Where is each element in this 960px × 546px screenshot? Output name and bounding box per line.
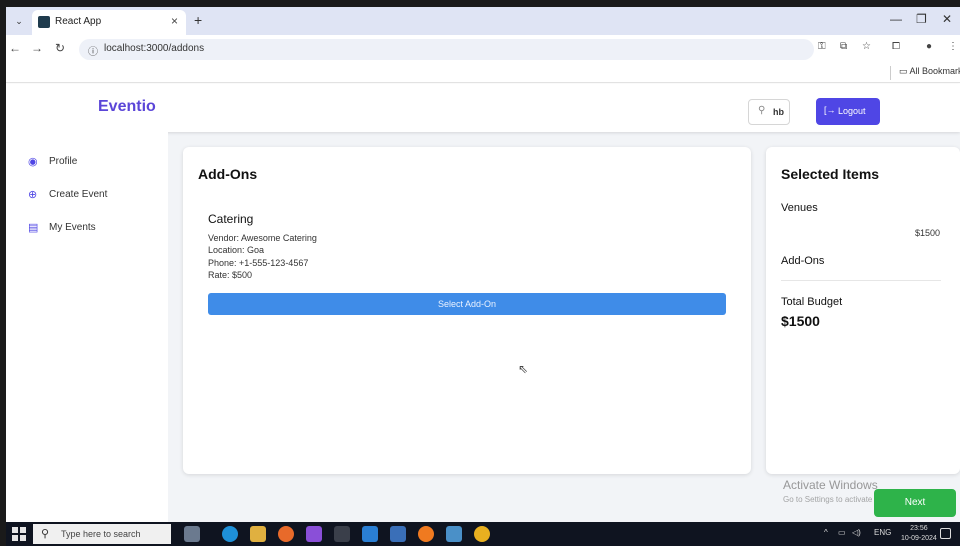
sidebar-item-label: My Events [49, 222, 96, 233]
firefox-icon[interactable] [278, 526, 294, 542]
file-explorer-icon[interactable] [250, 526, 266, 542]
total-budget-value: $1500 [781, 313, 820, 329]
bookmark-star-icon[interactable]: ☆ [862, 41, 871, 52]
user-name: hb [773, 107, 784, 117]
windows-start-icon[interactable] [12, 527, 26, 541]
addon-name: Catering [208, 212, 254, 226]
sidebar-item-label: Create Event [49, 189, 108, 200]
browser-tab[interactable]: React App × [32, 10, 186, 35]
brand-logo[interactable]: Eventio [98, 98, 156, 116]
extensions-icon[interactable]: ⧠ [892, 41, 900, 52]
tab-close-icon[interactable]: × [171, 14, 178, 28]
sidebar: ◉ Profile ⊕ Create Event ▤ My Events [6, 132, 168, 522]
taskbar: ⚲ Type here to search ^ ▭ ◁) ENG 23:56 1… [6, 522, 960, 546]
restore-icon[interactable]: ❐ [916, 12, 927, 26]
user-button[interactable]: ⚲ hb [748, 99, 790, 125]
new-tab-button[interactable]: + [194, 12, 202, 28]
tab-search-icon[interactable]: ⌄ [11, 13, 27, 29]
volume-icon[interactable]: ◁) [852, 528, 861, 537]
venues-label: Venues [781, 202, 818, 214]
selected-items-title: Selected Items [781, 166, 880, 182]
app-icon[interactable] [390, 526, 406, 542]
address-url[interactable]: localhost:3000/addons [104, 43, 204, 54]
terminal-icon[interactable] [334, 526, 350, 542]
venue-price: $1500 [914, 228, 940, 238]
install-app-icon[interactable]: ⧉ [840, 41, 847, 52]
edge-icon[interactable] [222, 526, 238, 542]
bookmarks-divider [890, 66, 891, 80]
selected-items-card: Selected Items Venues $1500 Add-Ons Tota… [766, 147, 960, 474]
addon-vendor: Vendor: Awesome Catering [208, 233, 317, 243]
menu-icon[interactable]: ⋮ [948, 41, 958, 52]
addons-card: Add-Ons Catering Vendor: Awesome Caterin… [183, 147, 751, 474]
total-budget-label: Total Budget [781, 296, 843, 308]
reload-icon[interactable]: ↻ [55, 41, 65, 55]
clock-time: 23:56 [910, 525, 928, 532]
all-bookmarks-folder[interactable]: ▭ All Bookmarks [899, 66, 960, 77]
activation-watermark-title: Activate Windows [783, 478, 878, 492]
notes-icon[interactable] [306, 526, 322, 542]
app-header: Eventio ⚲ hb [→ Logout [6, 84, 960, 132]
tab-strip: ⌄ React App × + — ❐ ✕ [6, 7, 960, 35]
addon-location: Location: Goa [208, 245, 265, 255]
react-favicon-icon [38, 16, 50, 28]
mouse-cursor-icon: ⇖ [518, 362, 529, 376]
logout-label: Logout [838, 106, 866, 116]
next-button[interactable]: Next [874, 489, 956, 517]
taskbar-search-placeholder: Type here to search [61, 529, 141, 539]
tray-chevron-icon[interactable]: ^ [824, 528, 828, 537]
widgets-icon[interactable] [184, 526, 200, 542]
system-clock[interactable]: 23:56 10-09-2024 [901, 524, 937, 544]
notifications-icon[interactable] [940, 528, 951, 539]
minimize-icon[interactable]: — [890, 12, 902, 26]
addons-title: Add-Ons [198, 166, 258, 182]
sidebar-item-label: Profile [49, 156, 78, 167]
browser-window: ⌄ React App × + — ❐ ✕ ← → ↻ ⓘ localhost:… [6, 7, 960, 546]
site-info-icon[interactable]: ⓘ [88, 43, 98, 58]
close-window-icon[interactable]: ✕ [942, 12, 952, 26]
password-key-icon[interactable]: ⚿ [818, 41, 826, 52]
divider [781, 280, 941, 281]
chrome-icon[interactable] [474, 526, 490, 542]
language-indicator[interactable]: ENG [874, 528, 891, 537]
address-bar[interactable]: ⓘ localhost:3000/addons [79, 39, 814, 60]
logout-button[interactable]: [→ Logout [816, 98, 880, 125]
clock-date: 10-09-2024 [901, 535, 937, 542]
addons-label: Add-Ons [781, 255, 825, 267]
network-icon[interactable]: ▭ [838, 528, 846, 537]
addon-rate: Rate: $500 [208, 270, 253, 280]
addon-phone: Phone: +1-555-123-4567 [208, 258, 309, 268]
app-body: Eventio ⚲ hb [→ Logout ◉ Profile ⊕ Creat… [6, 84, 960, 522]
profile-icon[interactable]: ● [926, 41, 932, 52]
user-icon: ⚲ [758, 105, 766, 116]
folder-icon: ▭ [899, 66, 910, 76]
vscode-icon[interactable] [362, 526, 378, 542]
user-circle-icon: ◉ [28, 156, 38, 168]
forward-icon[interactable]: → [31, 41, 43, 55]
bookmarks-bar: ▭ All Bookmarks [6, 63, 960, 83]
plus-circle-icon: ⊕ [28, 189, 38, 201]
search-icon: ⚲ [41, 528, 50, 540]
browser-toolbar: ← → ↻ ⓘ localhost:3000/addons ⚿ ⧉ ☆ ⧠ ● … [6, 35, 960, 63]
taskbar-search[interactable]: ⚲ Type here to search [33, 524, 171, 544]
back-icon[interactable]: ← [9, 41, 21, 55]
calendar-icon: ▤ [28, 222, 39, 234]
tab-title: React App [55, 16, 102, 27]
app-icon[interactable] [446, 526, 462, 542]
logout-icon: [→ [824, 105, 836, 115]
postman-icon[interactable] [418, 526, 434, 542]
select-addon-button[interactable]: Select Add-On [208, 293, 726, 315]
